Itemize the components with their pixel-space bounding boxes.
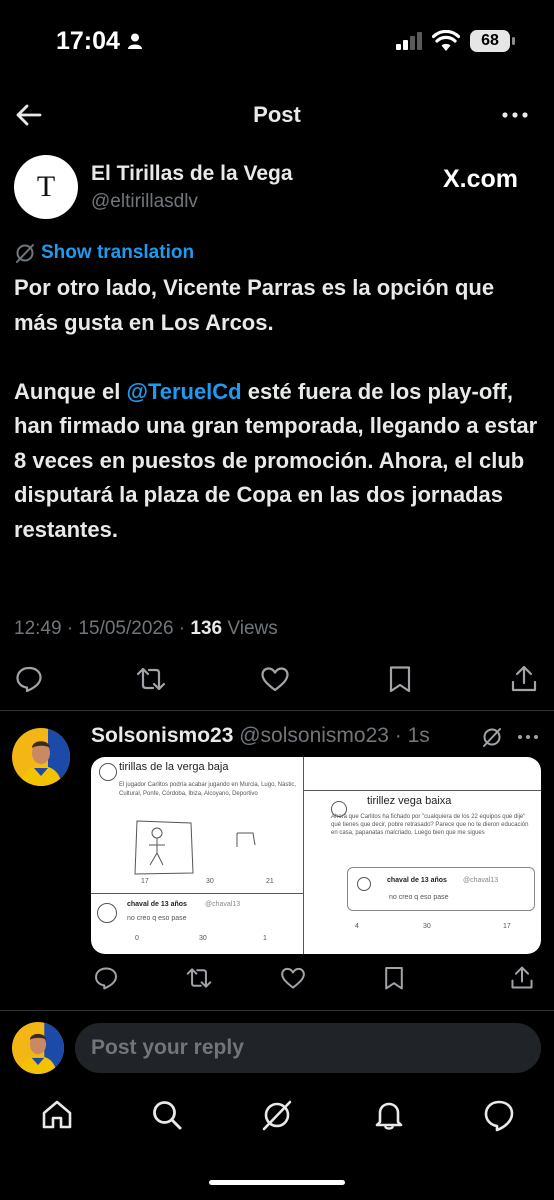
timestamp: 12:49 · 15/05/2026 · bbox=[14, 618, 191, 639]
stat-replies: 0 bbox=[135, 935, 139, 942]
reply-icon[interactable] bbox=[14, 664, 44, 694]
translate-label[interactable]: Show translation bbox=[41, 242, 194, 264]
panel-divider bbox=[303, 790, 541, 791]
more-options-icon[interactable] bbox=[500, 102, 530, 128]
quoted-author-name: chaval de 13 años bbox=[387, 877, 447, 884]
author-name[interactable]: El Tirillas de la Vega bbox=[91, 162, 293, 186]
quoted-text: no creo q eso pase bbox=[389, 894, 449, 901]
bottom-author-handle: @chaval13 bbox=[205, 901, 241, 908]
post-header: Post bbox=[0, 92, 554, 138]
stat-likes: 1 bbox=[263, 935, 267, 942]
tweet-paragraph-2: Aunque el @TeruelCd esté fuera de los pl… bbox=[14, 375, 544, 548]
panel-divider bbox=[91, 893, 303, 894]
person-icon bbox=[128, 33, 142, 49]
quoted-author-handle: @chaval13 bbox=[463, 877, 499, 884]
panel-divider bbox=[303, 757, 304, 954]
bottom-author-name: chaval de 13 años bbox=[127, 901, 187, 908]
tweet-text: Por otro lado, Vicente Parras es la opci… bbox=[14, 271, 544, 582]
divider bbox=[0, 710, 554, 711]
repost-icon[interactable] bbox=[186, 965, 212, 991]
bottom-text: no creo q eso pase bbox=[127, 915, 187, 922]
reply-time: · 1s bbox=[394, 724, 430, 747]
avatar-sketch bbox=[99, 763, 117, 781]
compose-avatar bbox=[12, 1022, 64, 1074]
stat-replies: 4 bbox=[355, 923, 359, 930]
like-icon[interactable] bbox=[260, 664, 290, 694]
home-indicator bbox=[209, 1180, 345, 1185]
right-panel-title: tirillez vega baixa bbox=[367, 795, 452, 807]
messages-icon[interactable] bbox=[482, 1098, 516, 1132]
wifi-icon bbox=[432, 30, 460, 51]
stat-likes: 21 bbox=[266, 878, 274, 885]
avatar-sketch bbox=[97, 903, 117, 923]
drawing-sketch bbox=[134, 820, 256, 875]
right-panel-text: Ahora que Carlitos ha fichado por "cualq… bbox=[331, 814, 529, 836]
reply-header: Solsonismo23 @solsonismo23 · 1s bbox=[91, 724, 471, 748]
reply-icon[interactable] bbox=[93, 965, 119, 991]
grok-icon bbox=[16, 244, 34, 263]
stat-replies: 17 bbox=[141, 878, 149, 885]
reply-input[interactable]: Post your reply bbox=[75, 1023, 541, 1073]
stat-reposts: 30 bbox=[423, 923, 431, 930]
tweet-meta: 12:49 · 15/05/2026 · 136 Views bbox=[14, 618, 278, 640]
divider bbox=[0, 1010, 554, 1011]
reply-avatar[interactable] bbox=[12, 728, 70, 786]
avatar-image bbox=[12, 728, 70, 786]
stat-reposts: 30 bbox=[199, 935, 207, 942]
author-handle[interactable]: @eltirillasdlv bbox=[91, 191, 198, 213]
reply-author-handle[interactable]: @solsonismo23 bbox=[239, 724, 389, 747]
mention-link[interactable]: @TeruelCd bbox=[126, 379, 241, 404]
reply-image[interactable]: tirillas de la verga baja El jugador Car… bbox=[91, 757, 541, 954]
views-label: Views bbox=[222, 618, 278, 639]
status-time: 17:04 bbox=[56, 27, 120, 55]
share-icon[interactable] bbox=[509, 664, 539, 694]
stat-likes: 17 bbox=[503, 923, 511, 930]
search-icon[interactable] bbox=[150, 1098, 184, 1132]
reply-author-name[interactable]: Solsonismo23 bbox=[91, 724, 233, 747]
page-title: Post bbox=[253, 102, 301, 127]
more-options-icon[interactable] bbox=[516, 726, 540, 748]
source-label: X.com bbox=[443, 165, 519, 193]
left-panel-title: tirillas de la verga baja bbox=[119, 761, 229, 773]
grok-icon[interactable] bbox=[481, 726, 503, 748]
avatar-sketch bbox=[357, 877, 371, 891]
tweet-text-segment: Aunque el bbox=[14, 378, 127, 404]
tweet-actions bbox=[0, 660, 554, 700]
bookmark-icon[interactable] bbox=[381, 965, 407, 991]
avatar-image bbox=[12, 1022, 64, 1074]
battery-indicator: 68 bbox=[470, 30, 510, 52]
author-avatar[interactable]: T bbox=[14, 155, 78, 219]
notifications-icon[interactable] bbox=[372, 1098, 406, 1132]
like-icon[interactable] bbox=[280, 965, 306, 991]
share-icon[interactable] bbox=[509, 965, 535, 991]
battery-tip bbox=[512, 37, 515, 45]
tweet-paragraph-1: Por otro lado, Vicente Parras es la opci… bbox=[14, 275, 495, 335]
views-count[interactable]: 136 bbox=[190, 618, 222, 639]
left-panel-text: El jugador Carlitos podría acabar jugand… bbox=[119, 782, 297, 797]
grok-icon[interactable] bbox=[260, 1098, 294, 1132]
reply-actions bbox=[91, 965, 541, 995]
repost-icon[interactable] bbox=[136, 664, 166, 694]
quoted-post-box bbox=[347, 867, 535, 911]
signal-icon bbox=[396, 32, 422, 50]
stat-reposts: 30 bbox=[206, 878, 214, 885]
home-icon[interactable] bbox=[40, 1098, 74, 1132]
bookmark-icon[interactable] bbox=[385, 664, 415, 694]
status-bar: 17:04 68 bbox=[0, 0, 554, 84]
